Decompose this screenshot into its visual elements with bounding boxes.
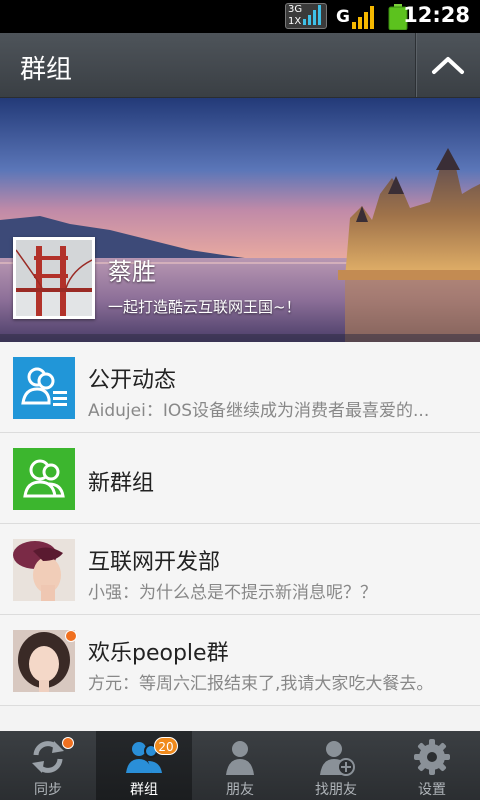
- profile-avatar[interactable]: [13, 237, 95, 319]
- tab-settings[interactable]: 设置: [384, 731, 480, 800]
- tab-label: 同步: [34, 782, 62, 798]
- chevron-up-icon: [432, 57, 464, 74]
- network-indicator: 3G 1X: [285, 3, 327, 29]
- tab-label: 找朋友: [315, 782, 357, 798]
- sync-notification-dot: [62, 737, 74, 749]
- list-item-happy-people[interactable]: 欢乐people群 方元：等周六汇报结束了,我请大家吃大餐去。: [0, 615, 480, 706]
- friend-icon: [226, 741, 254, 775]
- list-item-public-feed[interactable]: 公开动态 Aidujei：IOS设备继续成为消费者最喜爱的...: [0, 342, 480, 433]
- tab-label: 设置: [418, 782, 446, 798]
- status-bar: 3G 1X G 12:28: [0, 0, 480, 33]
- collapse-button[interactable]: [415, 33, 480, 97]
- profile-banner[interactable]: 蔡胜 一起打造酷云互联网王国~！: [0, 98, 480, 342]
- group-last-message: Aidujei：IOS设备继续成为消费者最喜爱的...: [88, 401, 430, 421]
- tab-friends[interactable]: 朋友: [192, 731, 288, 800]
- group-name: 互联网开发部: [88, 550, 221, 575]
- profile-name: 蔡胜: [108, 258, 156, 286]
- page-title: 群组: [20, 55, 73, 85]
- tab-sync[interactable]: 同步: [0, 731, 96, 800]
- tab-label: 群组: [130, 782, 158, 798]
- public-feed-icon: [13, 357, 75, 419]
- tab-find-friends[interactable]: 找朋友: [288, 731, 384, 800]
- svg-text:G: G: [336, 7, 350, 27]
- data-signal-icon: [303, 5, 321, 25]
- unread-dot: [65, 630, 77, 642]
- group-last-message: 方元：等周六汇报结束了,我请大家吃大餐去。: [88, 674, 434, 694]
- tab-groups[interactable]: 20 群组: [96, 731, 192, 800]
- cell-signal-icon: G: [336, 6, 374, 29]
- tab-label: 朋友: [226, 782, 254, 798]
- settings-icon: [414, 739, 450, 775]
- groups-unread-badge: 20: [154, 737, 178, 755]
- group-list: 公开动态 Aidujei：IOS设备继续成为消费者最喜爱的... 新群组 互联网…: [0, 342, 480, 706]
- profile-motto: 一起打造酷云互联网王国~！: [108, 298, 301, 316]
- new-group-icon: [13, 448, 75, 510]
- clock: 12:28: [403, 3, 470, 27]
- group-avatar: [13, 539, 75, 601]
- list-item-dev-department[interactable]: 互联网开发部 小强：为什么总是不提示新消息呢？？: [0, 524, 480, 615]
- group-name: 新群组: [88, 471, 155, 496]
- title-bar: 群组: [0, 33, 480, 98]
- group-name: 公开动态: [88, 368, 177, 393]
- list-item-new-group[interactable]: 新群组: [0, 433, 480, 524]
- golden-gate-avatar-image: [16, 240, 92, 316]
- group-last-message: 小强：为什么总是不提示新消息呢？？: [88, 583, 377, 603]
- find-friend-icon: [320, 741, 355, 776]
- bottom-tab-bar: 同步 20 群组 朋友 找朋友 设置: [0, 731, 480, 800]
- group-name: 欢乐people群: [88, 641, 229, 666]
